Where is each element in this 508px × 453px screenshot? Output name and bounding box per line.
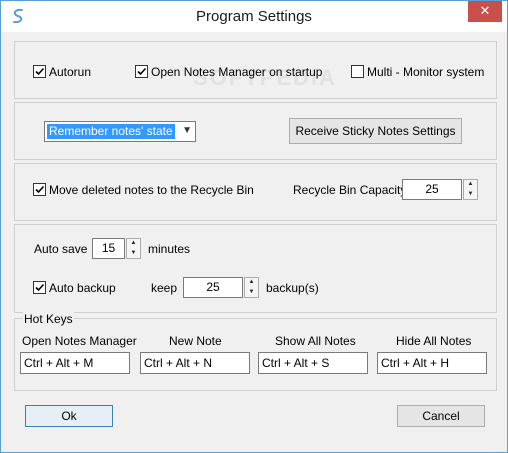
close-button[interactable]: ✕ (468, 1, 502, 22)
spin-down-icon[interactable]: ▼ (464, 190, 477, 199)
auto-save-input[interactable]: 15 (92, 238, 125, 259)
auto-backup-label[interactable]: Auto backup (49, 281, 116, 295)
keep-backups-spinner[interactable]: ▲ ▼ (244, 277, 259, 298)
settings-client-area: SOFTPEDIA Autorun Open Notes Manager on … (1, 32, 507, 452)
close-icon: ✕ (479, 3, 491, 18)
window-title: Program Settings (196, 8, 312, 25)
auto-save-label: Auto save (34, 242, 88, 256)
receive-settings-button[interactable]: Receive Sticky Notes Settings (289, 118, 462, 144)
hotkeys-group: Open Notes Manager Ctrl + Alt + M New No… (14, 318, 497, 391)
spin-up-icon[interactable]: ▲ (245, 278, 258, 287)
recycle-capacity-input[interactable]: 25 (402, 179, 462, 200)
hotkey-hide-all-label: Hide All Notes (396, 334, 472, 348)
autorun-label[interactable]: Autorun (49, 65, 91, 79)
checkmark-icon (35, 185, 45, 194)
notes-state-combo[interactable]: Remember notes' state ▼ (44, 121, 196, 142)
checkmark-icon (137, 67, 147, 76)
state-panel: Remember notes' state ▼ Receive Sticky N… (14, 102, 497, 160)
autorun-checkbox[interactable] (33, 65, 46, 78)
combo-selected-value: Remember notes' state (47, 124, 175, 139)
hotkey-new-note-label: New Note (169, 334, 222, 348)
spin-up-icon[interactable]: ▲ (127, 239, 140, 248)
hotkey-new-note-input[interactable]: Ctrl + Alt + N (140, 352, 250, 374)
spin-down-icon[interactable]: ▼ (245, 288, 258, 297)
hotkey-show-all-label: Show All Notes (275, 334, 356, 348)
chevron-down-icon: ▼ (182, 125, 192, 136)
spin-down-icon[interactable]: ▼ (127, 249, 140, 258)
auto-save-spinner[interactable]: ▲ ▼ (126, 238, 141, 259)
hotkey-show-all-input[interactable]: Ctrl + Alt + S (258, 352, 368, 374)
backups-label: backup(s) (266, 281, 319, 295)
title-bar[interactable]: Program Settings ✕ (1, 1, 507, 32)
cancel-button[interactable]: Cancel (397, 405, 485, 427)
keep-label: keep (151, 281, 178, 295)
program-settings-window: Program Settings ✕ SOFTPEDIA Autorun Ope… (0, 0, 508, 453)
ok-button[interactable]: Ok (25, 405, 113, 427)
recycle-panel: Move deleted notes to the Recycle Bin Re… (14, 163, 497, 221)
recycle-capacity-label: Recycle Bin Capacity (293, 183, 407, 197)
auto-backup-checkbox[interactable] (33, 281, 46, 294)
move-deleted-checkbox[interactable] (33, 183, 46, 196)
hotkeys-title: Hot Keys (23, 312, 74, 326)
hotkey-hide-all-input[interactable]: Ctrl + Alt + H (377, 352, 487, 374)
keep-backups-input[interactable]: 25 (183, 277, 243, 298)
spin-up-icon[interactable]: ▲ (464, 180, 477, 189)
multi-monitor-label[interactable]: Multi - Monitor system (367, 65, 484, 79)
save-panel: Auto save 15 ▲ ▼ minutes Auto backup kee… (14, 224, 497, 313)
multi-monitor-checkbox[interactable] (351, 65, 364, 78)
open-manager-label[interactable]: Open Notes Manager on startup (151, 65, 322, 79)
open-manager-checkbox[interactable] (135, 65, 148, 78)
hotkey-open-manager-label: Open Notes Manager (22, 334, 137, 348)
general-panel: SOFTPEDIA Autorun Open Notes Manager on … (14, 41, 497, 99)
move-deleted-label[interactable]: Move deleted notes to the Recycle Bin (49, 183, 254, 197)
recycle-capacity-spinner[interactable]: ▲ ▼ (463, 179, 478, 200)
checkmark-icon (35, 283, 45, 292)
minutes-label: minutes (148, 242, 191, 256)
checkmark-icon (35, 67, 45, 76)
hotkey-open-manager-input[interactable]: Ctrl + Alt + M (20, 352, 130, 374)
